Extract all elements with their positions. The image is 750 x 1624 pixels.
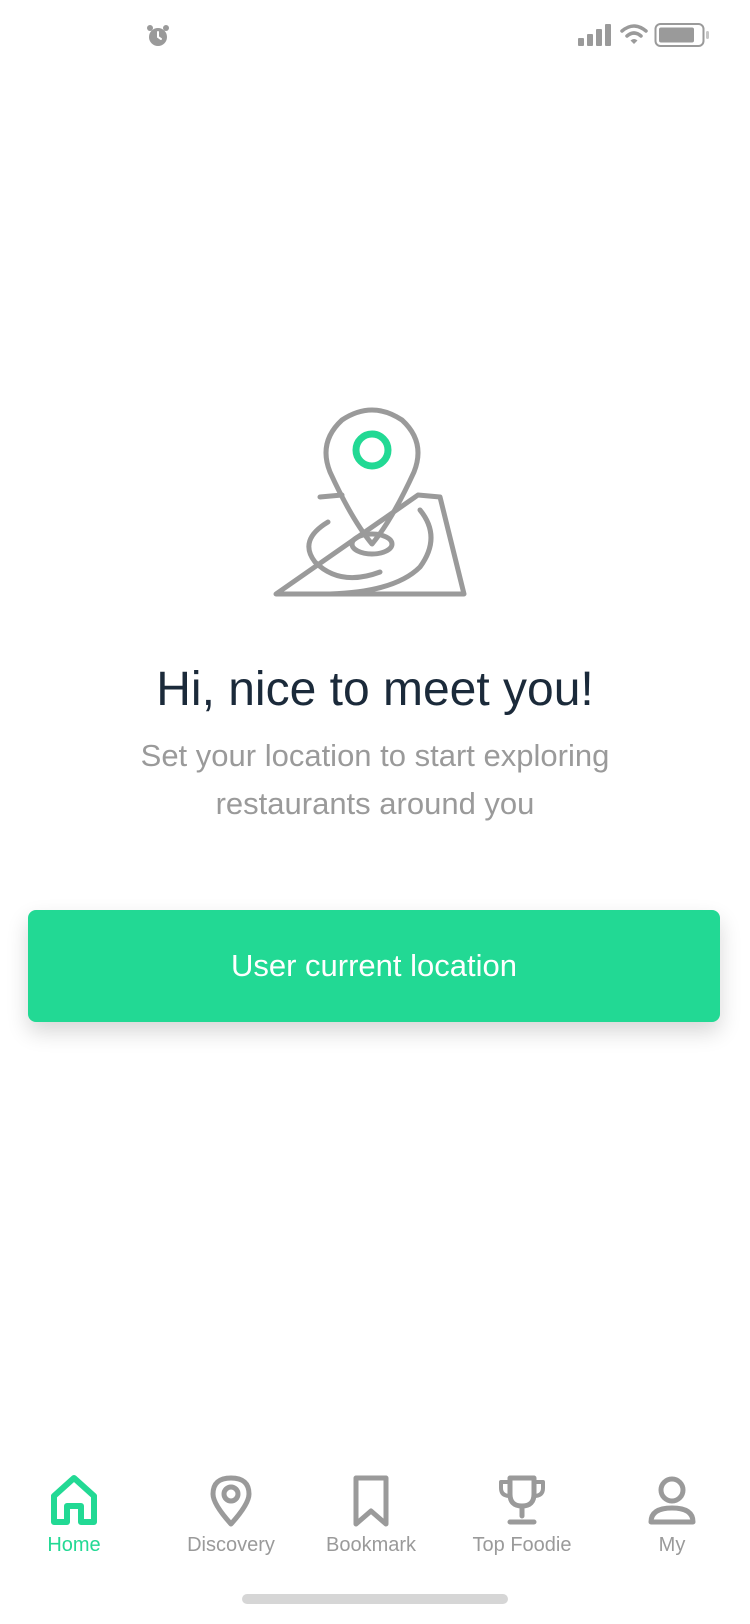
tab-bookmark[interactable]: Bookmark bbox=[316, 1470, 426, 1580]
wifi-icon bbox=[620, 24, 648, 44]
page-title: Hi, nice to meet you! bbox=[156, 663, 594, 716]
tab-label: My bbox=[658, 1534, 686, 1556]
use-current-location-label: User current location bbox=[230, 948, 517, 983]
tab-label: Bookmark bbox=[325, 1534, 417, 1556]
map-pin-icon bbox=[273, 407, 467, 597]
location-pin-icon bbox=[210, 1475, 252, 1527]
tab-label: Home bbox=[47, 1534, 101, 1556]
bottom-tab-bar: Home Discovery Bookmark Top Foodie My bbox=[0, 1470, 750, 1580]
tab-home[interactable]: Home bbox=[34, 1470, 114, 1580]
tab-top-foodie[interactable]: Top Foodie bbox=[462, 1470, 582, 1580]
alarm-icon bbox=[147, 25, 169, 46]
home-indicator bbox=[242, 1594, 508, 1604]
user-icon bbox=[648, 1476, 696, 1525]
page-subtitle: Set your location to start exploring res… bbox=[140, 738, 610, 821]
home-icon bbox=[51, 1475, 97, 1525]
status-bar bbox=[0, 0, 750, 70]
tab-label: Discovery bbox=[187, 1534, 275, 1556]
battery-icon bbox=[654, 23, 709, 47]
trophy-icon bbox=[499, 1475, 545, 1525]
tab-label: Top Foodie bbox=[472, 1534, 572, 1556]
tab-discovery[interactable]: Discovery bbox=[176, 1470, 286, 1580]
use-current-location-button[interactable]: User current location bbox=[28, 910, 720, 1022]
bookmark-icon bbox=[353, 1475, 389, 1527]
signal-icon bbox=[578, 24, 611, 46]
tab-my[interactable]: My bbox=[632, 1470, 712, 1580]
